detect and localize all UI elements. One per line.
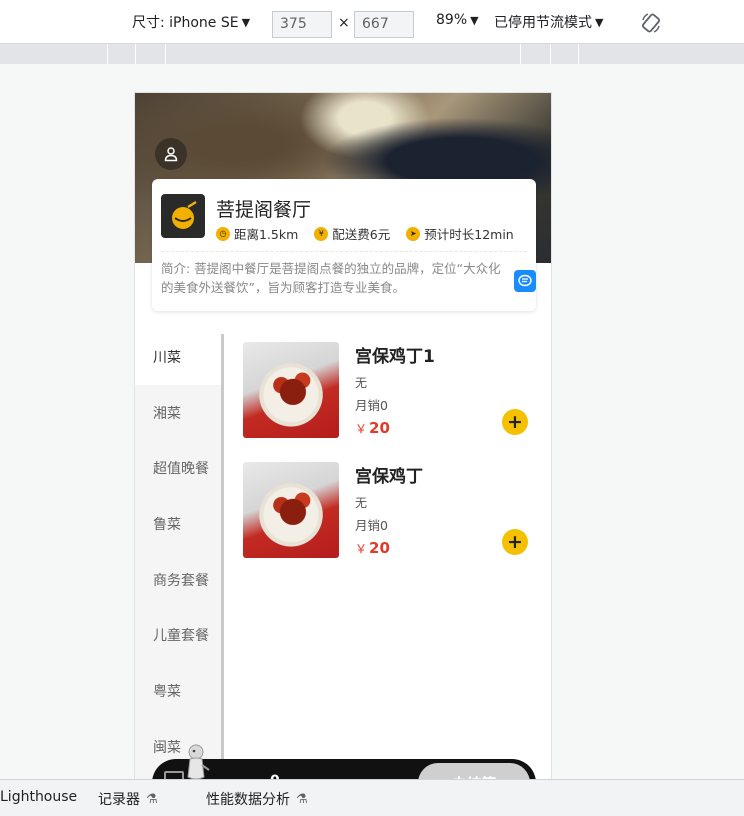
- dish-sales: 月销0: [355, 518, 388, 533]
- phone-viewport: 菩提阁餐厅 ◷ 距离1.5km ¥ 配送费6元 ➤ 预计时长12min 简介: …: [134, 92, 552, 780]
- shop-meta: ◷ 距离1.5km ¥ 配送费6元 ➤ 预计时长12min: [216, 224, 514, 243]
- shop-logo: [161, 194, 205, 238]
- price-value: 20: [369, 539, 390, 557]
- dish-sales: 月销0: [355, 398, 388, 413]
- chevron-down-icon: ▼: [241, 15, 251, 29]
- tab-label: 性能数据分析: [206, 792, 290, 808]
- eta-info: ➤ 预计时长12min: [406, 224, 514, 243]
- tab-label: Lighthouse: [0, 789, 78, 805]
- dish-price: ￥ 20: [355, 419, 390, 437]
- chevron-down-icon: ▼: [470, 13, 479, 27]
- divider: [161, 251, 527, 252]
- tab-lighthouse[interactable]: Lighthouse: [0, 789, 77, 805]
- zoom-label: 89%: [436, 12, 468, 28]
- category-item-hunan[interactable]: 湘菜: [135, 385, 221, 441]
- plus-icon: +: [507, 410, 523, 433]
- width-input[interactable]: 375: [272, 11, 332, 38]
- category-label: 闽菜: [153, 739, 181, 756]
- tab-performance-insights[interactable]: 性能数据分析 ⚗: [206, 789, 308, 809]
- delivery-fee-info: ¥ 配送费6元: [314, 224, 390, 243]
- category-item-business-set[interactable]: 商务套餐: [135, 552, 221, 608]
- devtools-drawer: Lighthouse 记录器 ⚗ 性能数据分析 ⚗: [0, 779, 744, 816]
- checkout-button[interactable]: 去结算: [418, 763, 530, 779]
- dish-name: 宫保鸡丁1: [355, 347, 435, 367]
- shop-intro: 简介: 菩提阁中餐厅是菩提阁点餐的独立的品牌，定位“大众化的美食外送餐饮”，旨为…: [161, 261, 501, 295]
- currency-sign: ￥: [355, 422, 368, 436]
- eta-text: 预计时长12min: [424, 227, 514, 242]
- throttle-label: 已停用节流模式: [494, 15, 592, 31]
- dish-desc: 无: [355, 496, 368, 510]
- shop-info-card: 菩提阁餐厅 ◷ 距离1.5km ¥ 配送费6元 ➤ 预计时长12min 简介: …: [152, 179, 536, 311]
- navigation-icon: ➤: [406, 226, 421, 241]
- category-label: 鲁菜: [153, 516, 181, 533]
- category-item-cantonese[interactable]: 粤菜: [135, 663, 221, 719]
- plus-icon: +: [507, 530, 523, 553]
- throttle-select[interactable]: 已停用节流模式 ▼: [494, 12, 603, 32]
- distance-text: 距离1.5km: [234, 227, 299, 242]
- sidebar-scrollbar[interactable]: [221, 334, 224, 779]
- dish-desc: 无: [355, 376, 368, 390]
- mascot-figure-icon: [187, 744, 210, 779]
- dish-price: ￥ 20: [355, 539, 390, 557]
- zoom-select[interactable]: 89% ▼: [436, 12, 479, 28]
- distance-info: ◷ 距离1.5km: [216, 224, 298, 243]
- category-label: 川菜: [153, 349, 181, 366]
- category-item-sichuan[interactable]: 川菜: [135, 329, 221, 385]
- category-sidebar: 川菜 湘菜 超值晚餐 鲁菜 商务套餐 儿童套餐 粤菜 闽菜: [135, 329, 221, 779]
- dish-name: 宫保鸡丁: [355, 467, 423, 487]
- device-label: 尺寸: iPhone SE: [132, 15, 239, 31]
- chat-share-icon: [518, 274, 532, 287]
- rotate-button[interactable]: [640, 12, 662, 34]
- money-bag-icon: ¥: [314, 226, 329, 241]
- times-sign: ×: [338, 15, 350, 31]
- dish-image: [243, 342, 339, 438]
- add-to-cart-button[interactable]: +: [502, 409, 528, 435]
- category-label: 超值晚餐: [153, 461, 209, 478]
- dish-item[interactable]: 宫保鸡丁 无 月销0 ￥ 20 +: [243, 462, 543, 562]
- delivery-fee-text: 配送费6元: [332, 227, 391, 242]
- dish-item[interactable]: 宫保鸡丁1 无 月销0 ￥ 20 +: [243, 342, 543, 442]
- share-button[interactable]: [514, 270, 536, 292]
- category-label: 儿童套餐: [153, 628, 209, 645]
- bowl-logo-icon: [172, 200, 197, 229]
- category-label: 商务套餐: [153, 572, 209, 589]
- tab-recorder[interactable]: 记录器 ⚗: [98, 789, 158, 809]
- currency-sign: ￥: [355, 542, 368, 556]
- rotate-icon: [641, 13, 661, 33]
- dish-image: [243, 462, 339, 558]
- clock-icon: ◷: [216, 226, 230, 241]
- user-avatar-button[interactable]: [155, 138, 187, 170]
- flask-icon: ⚗: [146, 791, 158, 807]
- category-item-dinner-deal[interactable]: 超值晚餐: [135, 440, 221, 496]
- tab-label: 记录器: [98, 792, 140, 808]
- shop-name: 菩提阁餐厅: [216, 199, 312, 221]
- device-select[interactable]: 尺寸: iPhone SE ▼: [132, 12, 250, 32]
- device-toolbar: 尺寸: iPhone SE ▼ 375 × 667 89% ▼ 已停用节流模式 …: [0, 0, 744, 44]
- category-label: 湘菜: [153, 405, 181, 422]
- category-item-kids-set[interactable]: 儿童套餐: [135, 607, 221, 663]
- chevron-down-icon: ▼: [595, 15, 604, 29]
- add-to-cart-button[interactable]: +: [502, 529, 528, 555]
- category-label: 粤菜: [153, 683, 181, 700]
- height-input[interactable]: 667: [354, 11, 414, 38]
- flask-icon: ⚗: [296, 791, 308, 807]
- user-icon: [164, 147, 178, 162]
- category-item-shandong[interactable]: 鲁菜: [135, 496, 221, 552]
- media-query-ruler: [0, 44, 744, 64]
- price-value: 20: [369, 419, 390, 437]
